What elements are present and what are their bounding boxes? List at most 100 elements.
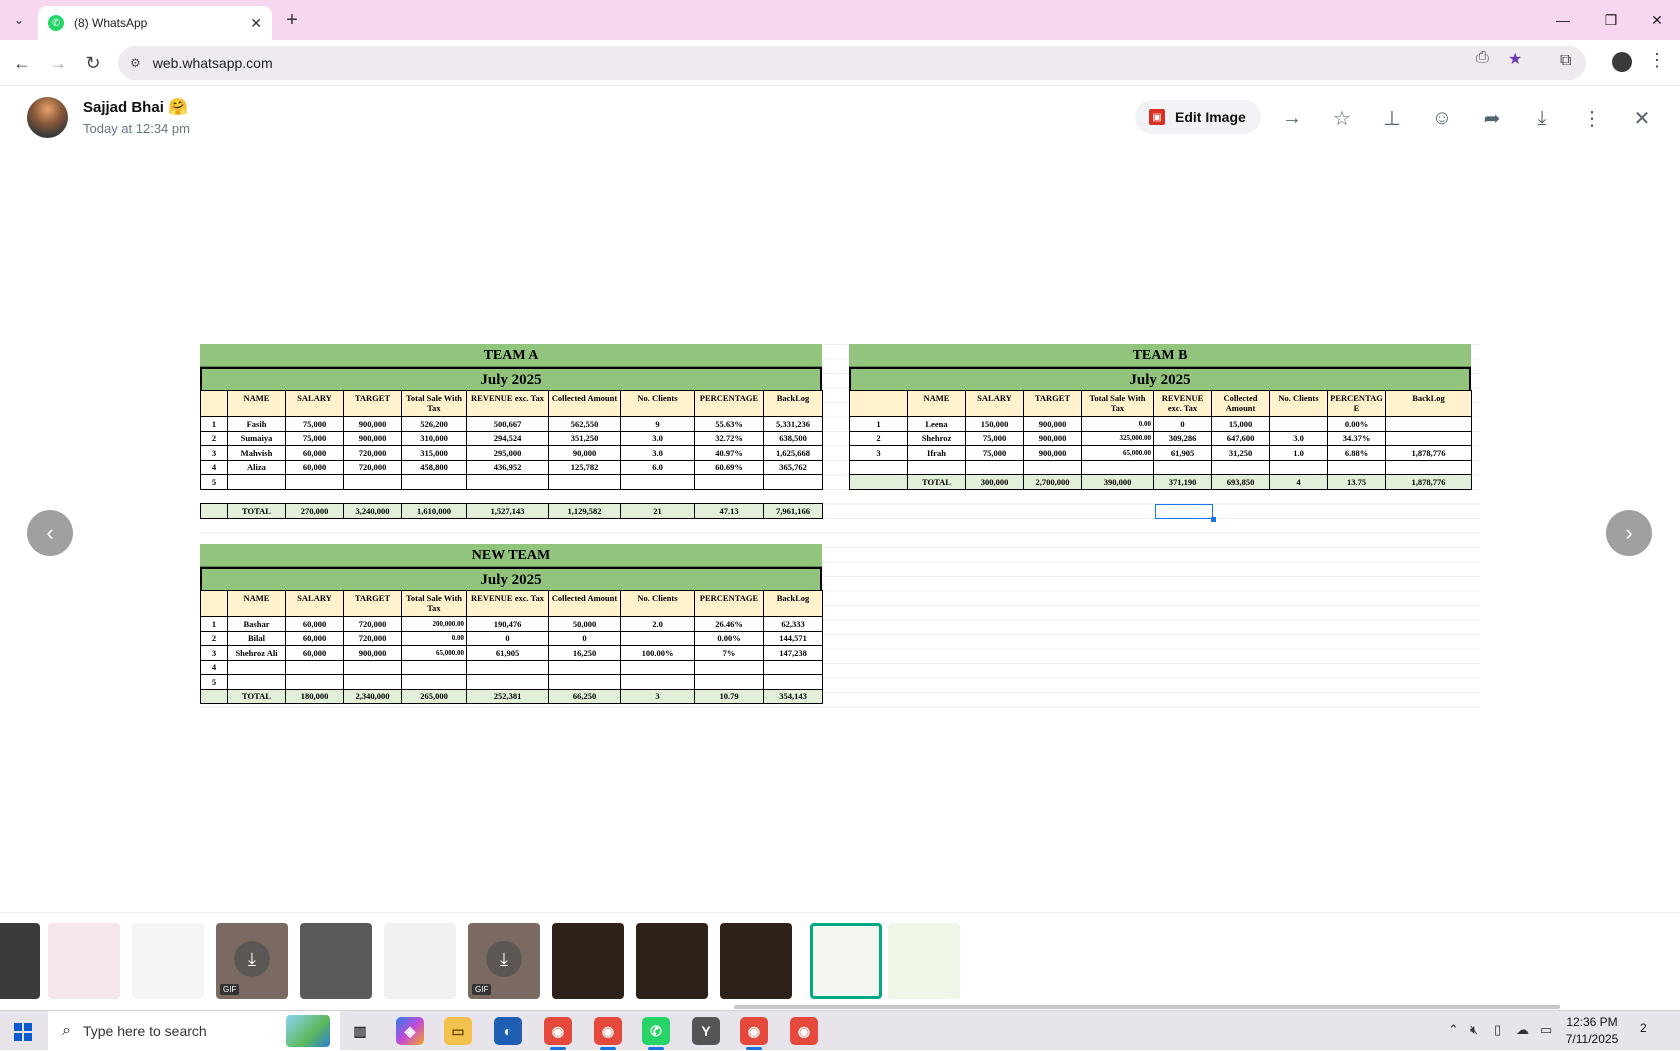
thumb-chat-screenshot[interactable] <box>384 923 456 999</box>
column-header: REVENUE exc. Tax <box>466 590 549 617</box>
table-cell: 65,000.00 <box>401 645 467 661</box>
table-cell: 2 <box>849 430 908 446</box>
back-arrow-icon[interactable]: ← <box>9 50 35 76</box>
thumb-doc-white[interactable] <box>132 923 204 999</box>
table-cell <box>1385 459 1472 475</box>
table-cell: 65,000.00 <box>1081 445 1154 461</box>
windows-start-icon[interactable] <box>14 1023 32 1041</box>
table-cell: 720,000 <box>343 616 402 632</box>
table-cell <box>907 459 966 475</box>
onedrive-icon[interactable]: ☁ <box>1516 1022 1529 1038</box>
tab-title: (8) WhatsApp <box>74 16 148 30</box>
task-view-icon[interactable]: ▥ <box>346 1017 374 1045</box>
browser-menu-icon[interactable]: ⋮ <box>1648 50 1666 71</box>
go-to-message-arrow-icon[interactable]: → <box>1279 105 1305 131</box>
taskbar-clock[interactable]: 12:36 PM 7/11/2025 <box>1560 1014 1624 1048</box>
table-cell: 371,190 <box>1153 474 1212 490</box>
forward-arrow-icon[interactable]: → <box>45 50 71 76</box>
star-icon[interactable]: ☆ <box>1329 105 1355 131</box>
table-cell: 2 <box>200 630 228 646</box>
pin-icon[interactable]: ⊥ <box>1379 105 1405 131</box>
chrome-icon-2[interactable]: ◉ <box>594 1017 622 1050</box>
bookmark-star-icon[interactable]: ★ <box>1508 49 1522 69</box>
chrome-icon-3[interactable]: ◉ <box>740 1017 768 1050</box>
team-b-header-row: NAME SALARY TARGET Total Sale With Tax REVEN… <box>849 390 1472 417</box>
profile-avatar[interactable] <box>1612 52 1632 72</box>
table-cell <box>763 674 823 690</box>
new-team-header-row: NAME SALARY TARGET Total Sale With Tax REVEN… <box>200 590 823 617</box>
table-cell: 180,000 <box>285 688 344 704</box>
reload-icon[interactable]: ↻ <box>80 50 106 76</box>
table-cell: 1.0 <box>1269 445 1328 461</box>
table-cell: 265,000 <box>401 688 467 704</box>
extensions-puzzle-icon[interactable]: ⧉ <box>1560 52 1571 70</box>
chrome-icon-4[interactable]: ◉ <box>790 1017 818 1045</box>
close-viewer-icon[interactable]: ✕ <box>1629 105 1655 131</box>
app-icon-pinned[interactable]: ◐ <box>494 1017 522 1045</box>
taskbar-search-box[interactable]: ⌕ Type here to search <box>48 1011 340 1051</box>
table-cell: 3 <box>200 445 228 461</box>
new-tab-button[interactable]: + <box>280 8 304 32</box>
minimize-button[interactable]: — <box>1540 6 1586 34</box>
table-cell <box>965 459 1024 475</box>
tab-close-icon[interactable]: ✕ <box>250 15 262 32</box>
new-team-title: NEW TEAM <box>200 544 822 567</box>
whatsapp-icon[interactable]: ✆ <box>642 1017 670 1050</box>
table-cell: 325,000.00 <box>1081 430 1154 446</box>
site-info-icon[interactable]: ⚙ <box>130 56 141 70</box>
thumb-dark-1[interactable] <box>552 923 624 999</box>
thumb-photo-cat[interactable] <box>0 923 40 999</box>
forward-icon[interactable]: ➦ <box>1479 105 1505 131</box>
notification-center-icon[interactable]: 2 <box>1640 1021 1662 1041</box>
tray-chevron-icon[interactable]: ⌃ <box>1448 1022 1459 1038</box>
table-cell: 55.63% <box>694 416 764 432</box>
table-cell <box>200 503 228 519</box>
table-cell: 2,700,000 <box>1023 474 1082 490</box>
window-close-button[interactable]: ✕ <box>1634 6 1680 34</box>
sender-name: Sajjad Bhai 🤗 <box>83 97 188 117</box>
table-cell: 3 <box>620 688 695 704</box>
table-cell: 693,850 <box>1211 474 1270 490</box>
thumbnail-scrollbar[interactable] <box>734 1005 1560 1009</box>
copilot-icon[interactable]: ◈ <box>396 1017 424 1045</box>
thumb-dark-3[interactable] <box>720 923 792 999</box>
table-cell: 62,333 <box>763 616 823 632</box>
empty-cell <box>401 488 467 504</box>
thumb-gif-1[interactable]: ⤓ GIF <box>216 923 288 999</box>
sender-emoji: 🤗 <box>168 99 188 116</box>
network-icon[interactable]: ▭ <box>1540 1022 1552 1038</box>
restore-button[interactable]: ❐ <box>1588 6 1634 34</box>
thumb-dark-2[interactable] <box>636 923 708 999</box>
chrome-icon-1[interactable]: ◉ <box>544 1017 572 1050</box>
volume-muted-icon[interactable]: 🔇︎ <box>1470 1022 1478 1038</box>
more-options-icon[interactable]: ⋮ <box>1579 105 1605 131</box>
table-row: 3 Shehroz Ali 60,000 900,000 65,000.00 61,905… <box>200 645 823 661</box>
column-header: No. Clients <box>1269 390 1328 417</box>
download-icon[interactable]: ⤓ <box>1529 105 1555 131</box>
thumb-gif-2[interactable]: ⤓ GIF <box>468 923 540 999</box>
thumb-sheet-2[interactable] <box>888 923 960 999</box>
tab-whatsapp[interactable]: ✆ (8) WhatsApp ✕ <box>38 6 272 40</box>
column-header: PERCENTAGE <box>694 390 764 417</box>
avatar[interactable] <box>27 97 68 138</box>
table-cell: 562,550 <box>548 416 621 432</box>
previous-media-button[interactable]: ‹ <box>27 510 73 556</box>
react-emoji-icon[interactable]: ☺ <box>1429 105 1455 131</box>
meet-now-icon[interactable]: ▯ <box>1494 1022 1501 1038</box>
app-icon-yellow[interactable]: Y <box>692 1017 720 1045</box>
thumb-doc-pink[interactable] <box>48 923 120 999</box>
table-cell: Ifrah <box>907 445 966 461</box>
address-bar[interactable]: ⚙ web.whatsapp.com <box>118 46 1586 80</box>
tab-search-chevron-icon[interactable]: ⌄ <box>8 9 30 31</box>
thumb-sheet-active[interactable] <box>810 923 882 999</box>
table-cell: 300,000 <box>965 474 1024 490</box>
thumb-mug[interactable] <box>300 923 372 999</box>
table-row: 1 Leena 150,000 900,000 0.00 0 15,000 0.00% <box>849 416 1472 432</box>
install-app-icon[interactable]: ⎙ <box>1476 49 1489 67</box>
table-cell: 66,250 <box>548 688 621 704</box>
table-cell: 1,625,668 <box>763 445 823 461</box>
file-explorer-icon[interactable]: ▭ <box>444 1017 472 1045</box>
next-media-button[interactable]: › <box>1606 510 1652 556</box>
table-cell <box>620 659 695 675</box>
edit-image-button[interactable]: ▣ Edit Image <box>1135 100 1261 134</box>
